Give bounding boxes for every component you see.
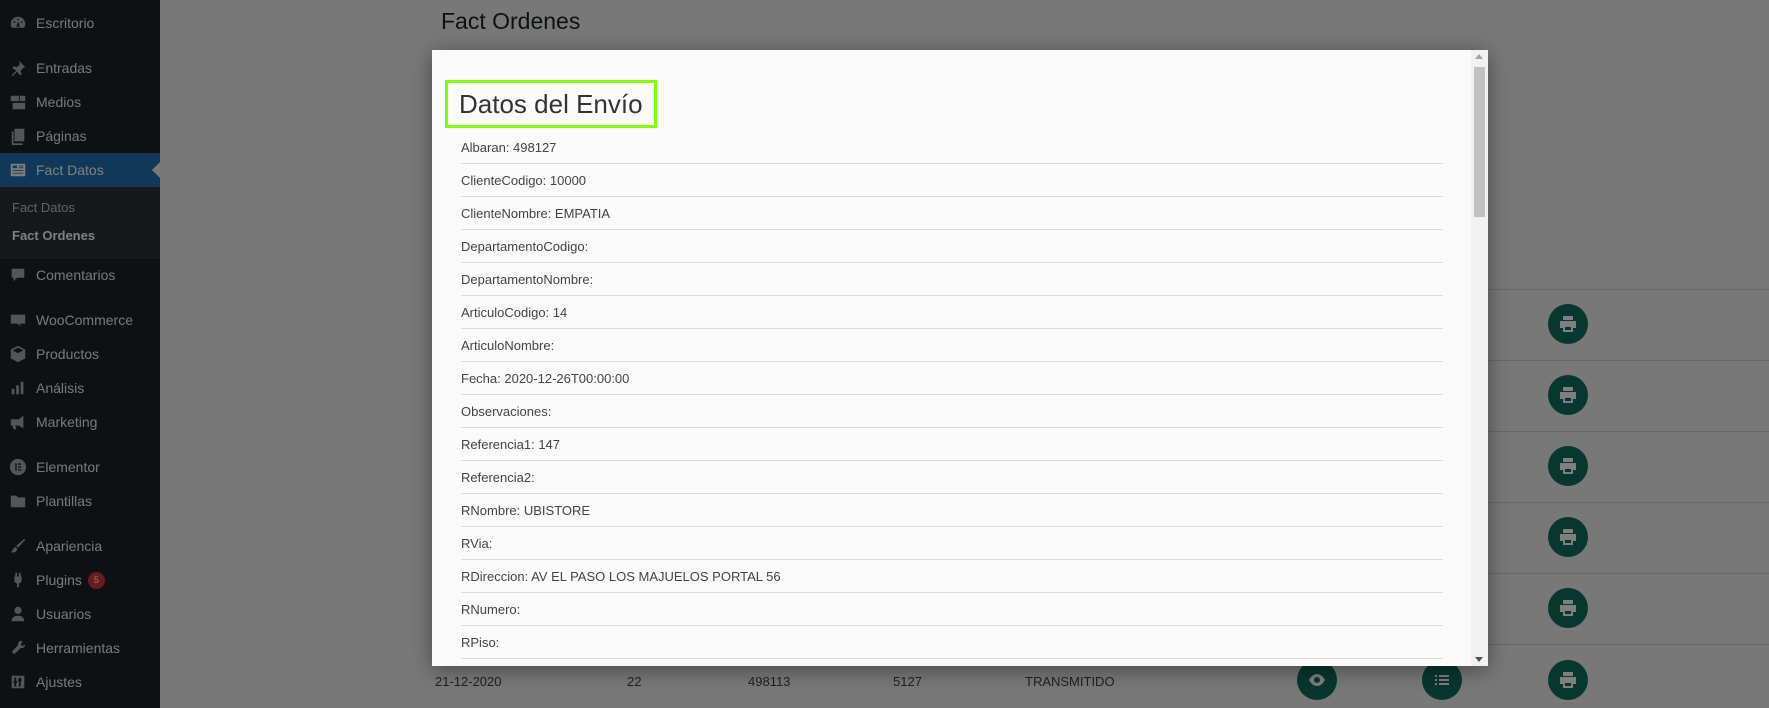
field-row: Referencia2: xyxy=(461,461,1443,494)
field-row: DepartamentoNombre: xyxy=(461,263,1443,296)
field-row: Fecha: 2020-12-26T00:00:00 xyxy=(461,362,1443,395)
scroll-down-arrow-icon[interactable] xyxy=(1475,657,1483,662)
field-row: RNumero: xyxy=(461,593,1443,626)
shipment-details-modal: Datos del Envío Albaran: 498127 ClienteC… xyxy=(432,50,1488,666)
field-row: RNombre: UBISTORE xyxy=(461,494,1443,527)
modal-heading: Datos del Envío xyxy=(445,80,657,128)
field-row: RVia: xyxy=(461,527,1443,560)
scroll-up-arrow-icon[interactable] xyxy=(1475,54,1483,59)
field-row: ArticuloNombre: xyxy=(461,329,1443,362)
field-row: Observaciones: xyxy=(461,395,1443,428)
modal-scrollbar[interactable] xyxy=(1471,50,1488,666)
field-row: ClienteNombre: EMPATIA xyxy=(461,197,1443,230)
scroll-thumb[interactable] xyxy=(1474,67,1485,217)
field-row: RPiso: xyxy=(461,626,1443,659)
field-list: Albaran: 498127 ClienteCodigo: 10000 Cli… xyxy=(461,131,1443,659)
field-row: Albaran: 498127 xyxy=(461,131,1443,164)
field-row: ClienteCodigo: 10000 xyxy=(461,164,1443,197)
field-row: Referencia1: 147 xyxy=(461,428,1443,461)
field-row: DepartamentoCodigo: xyxy=(461,230,1443,263)
field-row: ArticuloCodigo: 14 xyxy=(461,296,1443,329)
field-row: RDireccion: AV EL PASO LOS MAJUELOS PORT… xyxy=(461,560,1443,593)
